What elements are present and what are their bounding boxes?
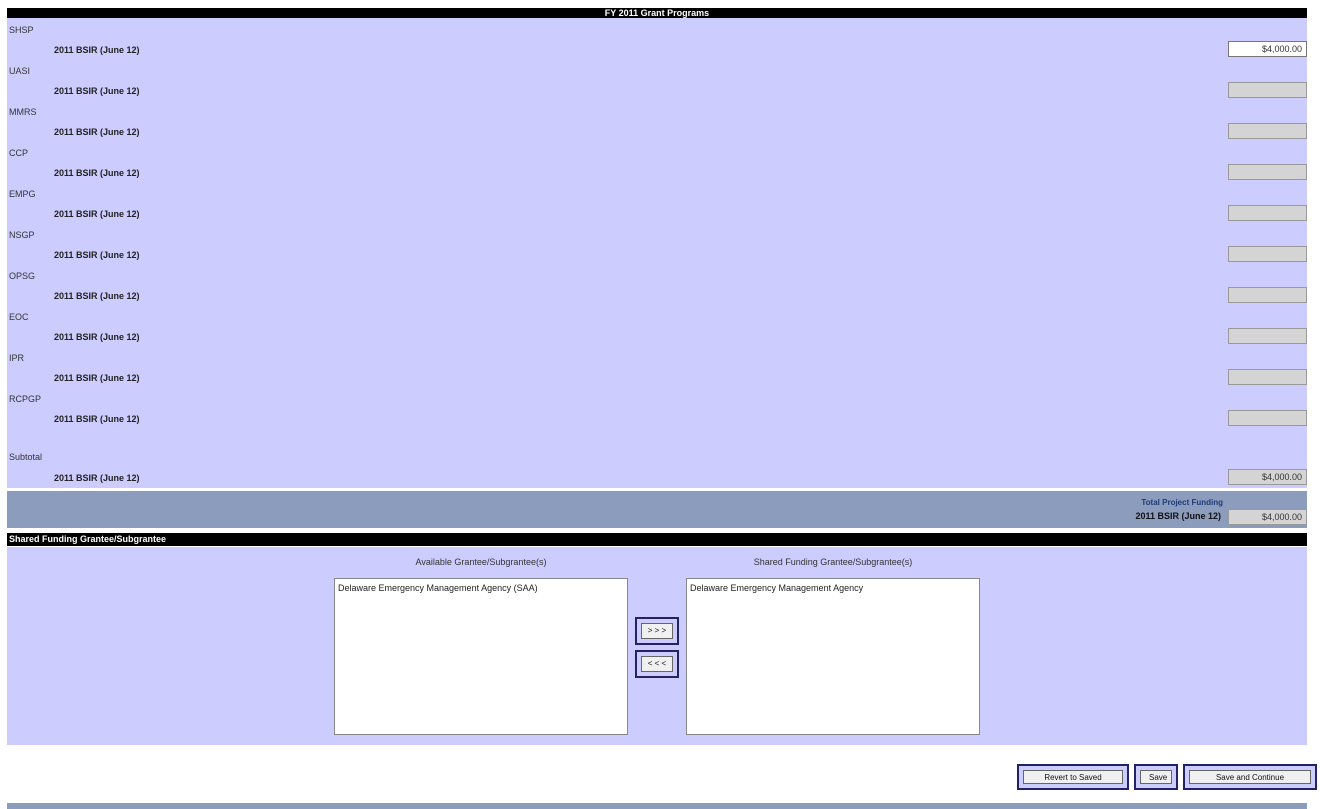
- total-project-funding-title: Total Project Funding: [1141, 498, 1223, 507]
- program-row-label: 2011 BSIR (June 12): [54, 168, 140, 178]
- program-name-shsp: SHSP: [9, 25, 34, 35]
- shsp-amount-input[interactable]: $4,000.00: [1228, 41, 1307, 57]
- eoc-amount-input: [1228, 328, 1307, 344]
- remove-grantee-label: < < <: [641, 656, 673, 672]
- add-grantee-button[interactable]: > > >: [635, 617, 679, 645]
- revert-label: Revert to Saved: [1023, 770, 1123, 784]
- program-row-label: 2011 BSIR (June 12): [54, 250, 140, 260]
- program-row-label: 2011 BSIR (June 12): [54, 414, 140, 424]
- subtotal-row-label: 2011 BSIR (June 12): [54, 473, 140, 483]
- available-grantee-list[interactable]: Delaware Emergency Management Agency (SA…: [334, 578, 628, 735]
- mmrs-amount-input: [1228, 123, 1307, 139]
- subtotal-label: Subtotal: [9, 452, 43, 462]
- shared-list-title: Shared Funding Grantee/Subgrantee(s): [753, 557, 913, 567]
- shared-funding-panel: Available Grantee/Subgrantee(s) Shared F…: [7, 547, 1307, 745]
- program-name-nsgp: NSGP: [9, 230, 35, 240]
- program-name-uasi: UASI: [9, 66, 31, 76]
- program-row-label: 2011 BSIR (June 12): [54, 45, 140, 55]
- list-item[interactable]: Delaware Emergency Management Agency: [690, 583, 976, 593]
- nsgp-amount-input: [1228, 246, 1307, 262]
- save-and-continue-button[interactable]: Save and Continue: [1183, 764, 1317, 790]
- save-button[interactable]: Save: [1134, 764, 1178, 790]
- subtotal-amount: $4,000.00: [1228, 469, 1307, 485]
- program-name-ipr: IPR: [9, 353, 25, 363]
- opsg-amount-input: [1228, 287, 1307, 303]
- available-list-title: Available Grantee/Subgrantee(s): [415, 557, 547, 567]
- empg-amount-input: [1228, 205, 1307, 221]
- total-amount: $4,000.00: [1228, 509, 1307, 525]
- footer-divider: [7, 803, 1307, 809]
- grant-programs-panel: SHSP 2011 BSIR (June 12) $4,000.00 UASI …: [7, 18, 1307, 488]
- list-item[interactable]: Delaware Emergency Management Agency (SA…: [338, 583, 624, 593]
- ipr-amount-input: [1228, 369, 1307, 385]
- program-name-opsg: OPSG: [9, 271, 36, 281]
- remove-grantee-button[interactable]: < < <: [635, 650, 679, 678]
- rcpgp-amount-input: [1228, 410, 1307, 426]
- program-row-label: 2011 BSIR (June 12): [54, 86, 140, 96]
- save-label: Save: [1140, 770, 1172, 784]
- program-name-eoc: EOC: [9, 312, 29, 322]
- program-row-label: 2011 BSIR (June 12): [54, 332, 140, 342]
- shared-funding-header: Shared Funding Grantee/Subgrantee: [7, 533, 1307, 546]
- revert-to-saved-button[interactable]: Revert to Saved: [1017, 764, 1129, 790]
- total-project-funding-panel: Total Project Funding 2011 BSIR (June 12…: [7, 491, 1307, 528]
- ccp-amount-input: [1228, 164, 1307, 180]
- program-row-label: 2011 BSIR (June 12): [54, 209, 140, 219]
- grant-programs-header: FY 2011 Grant Programs: [7, 8, 1307, 18]
- shared-grantee-list[interactable]: Delaware Emergency Management Agency: [686, 578, 980, 735]
- program-row-label: 2011 BSIR (June 12): [54, 291, 140, 301]
- program-name-mmrs: MMRS: [9, 107, 37, 117]
- program-row-label: 2011 BSIR (June 12): [54, 127, 140, 137]
- program-name-empg: EMPG: [9, 189, 36, 199]
- program-name-ccp: CCP: [9, 148, 29, 158]
- uasi-amount-input: [1228, 82, 1307, 98]
- total-row-label: 2011 BSIR (June 12): [1135, 511, 1221, 521]
- program-row-label: 2011 BSIR (June 12): [54, 373, 140, 383]
- save-continue-label: Save and Continue: [1189, 770, 1311, 784]
- add-grantee-label: > > >: [641, 623, 673, 639]
- program-name-rcpgp: RCPGP: [9, 394, 42, 404]
